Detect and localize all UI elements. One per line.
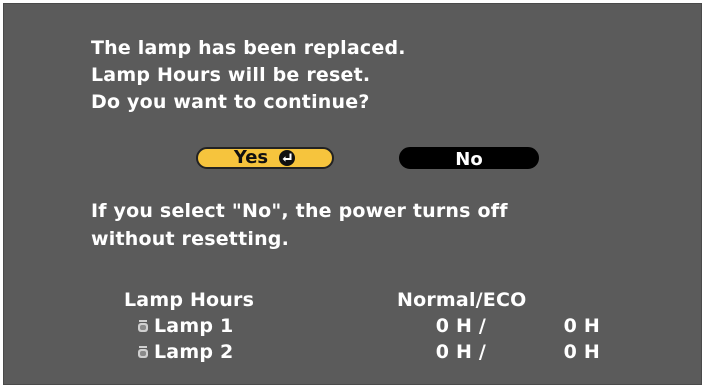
lamp-2-eco-hours: 0 H (563, 341, 600, 363)
lamp-reset-dialog: The lamp has been replaced. Lamp Hours w… (3, 3, 702, 385)
lamp-icon (137, 340, 149, 358)
message-line-3: Do you want to continue? (91, 91, 370, 113)
yes-button-label: Yes (233, 147, 269, 168)
lamp-2-normal-hours: 0 H / (435, 341, 486, 363)
message-line-1: The lamp has been replaced. (91, 37, 406, 59)
lamp-1-label: Lamp 1 (154, 315, 234, 337)
lamp-1-eco-hours: 0 H (563, 315, 600, 337)
lamp-2-label: Lamp 2 (154, 341, 234, 363)
note-line-2: without resetting. (91, 228, 290, 250)
projector-screen: The lamp has been replaced. Lamp Hours w… (0, 0, 707, 388)
message-line-2: Lamp Hours will be reset. (91, 64, 371, 86)
note-line-1: If you select "No", the power turns off (91, 200, 508, 222)
no-button-label: No (455, 149, 483, 170)
no-button[interactable]: No (399, 147, 539, 170)
lamp-icon (137, 314, 149, 332)
lamp-hours-header: Lamp Hours (124, 289, 255, 311)
lamp-1-normal-hours: 0 H / (435, 315, 486, 337)
lamp-1-row-label: Lamp 1 (137, 313, 233, 339)
enter-icon (278, 149, 296, 167)
lamp-2-row-label: Lamp 2 (137, 339, 233, 365)
yes-button[interactable]: Yes (196, 147, 334, 169)
normal-eco-header: Normal/ECO (397, 289, 527, 311)
